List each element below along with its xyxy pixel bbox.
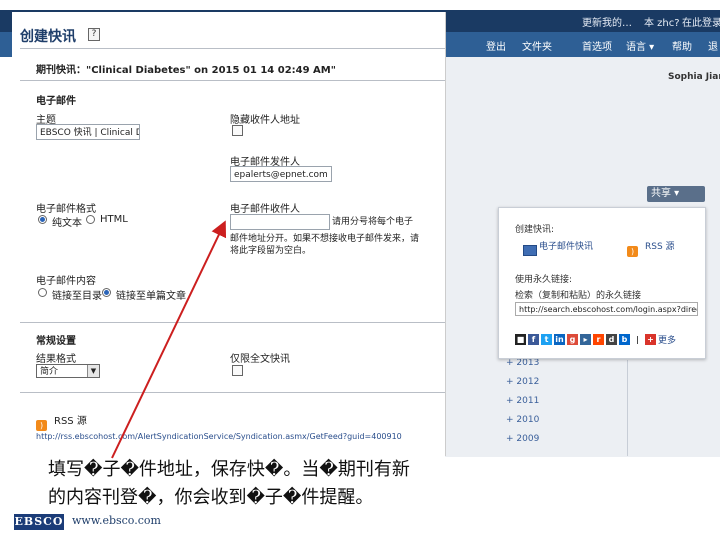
caption-line-2: 的内容刊登�，你会收到�子�件提醒。 [48,487,374,508]
caption: 填写�子�件地址，保存快�。当�期刊有新 的内容刊登�，你会收到�子�件提醒。 [48,456,498,512]
ebsco-logo: EBSCO [14,514,64,530]
caption-line-1: 填写�子�件地址，保存快�。当�期刊有新 [48,459,410,480]
footer-url[interactable]: www.ebsco.com [72,514,161,527]
